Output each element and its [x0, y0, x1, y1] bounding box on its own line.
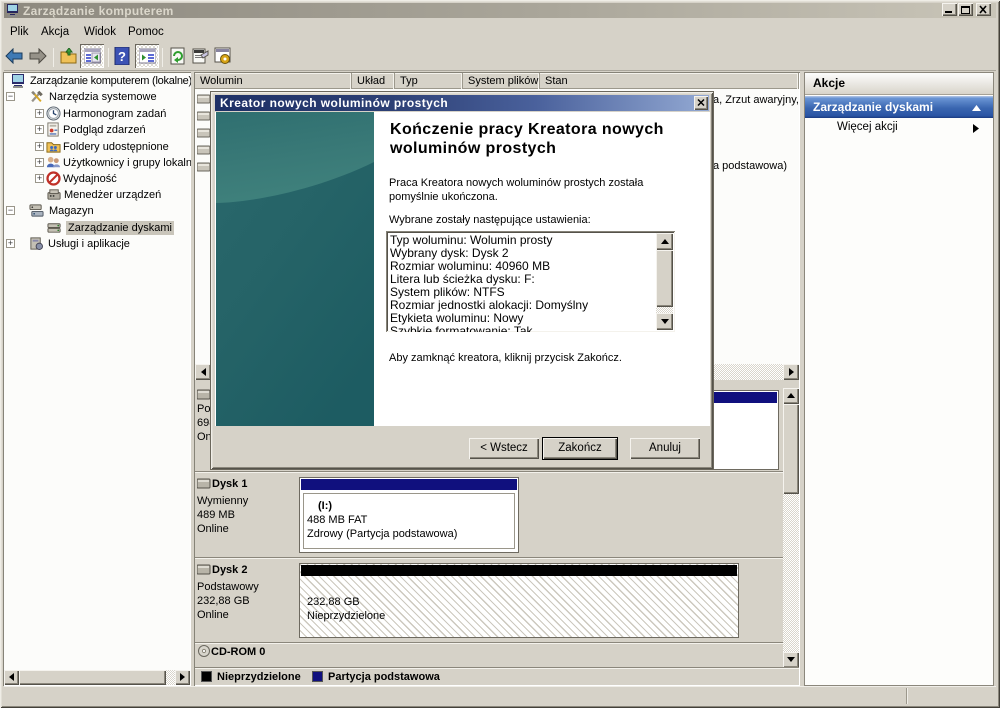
svg-text:?: ?: [118, 49, 126, 64]
